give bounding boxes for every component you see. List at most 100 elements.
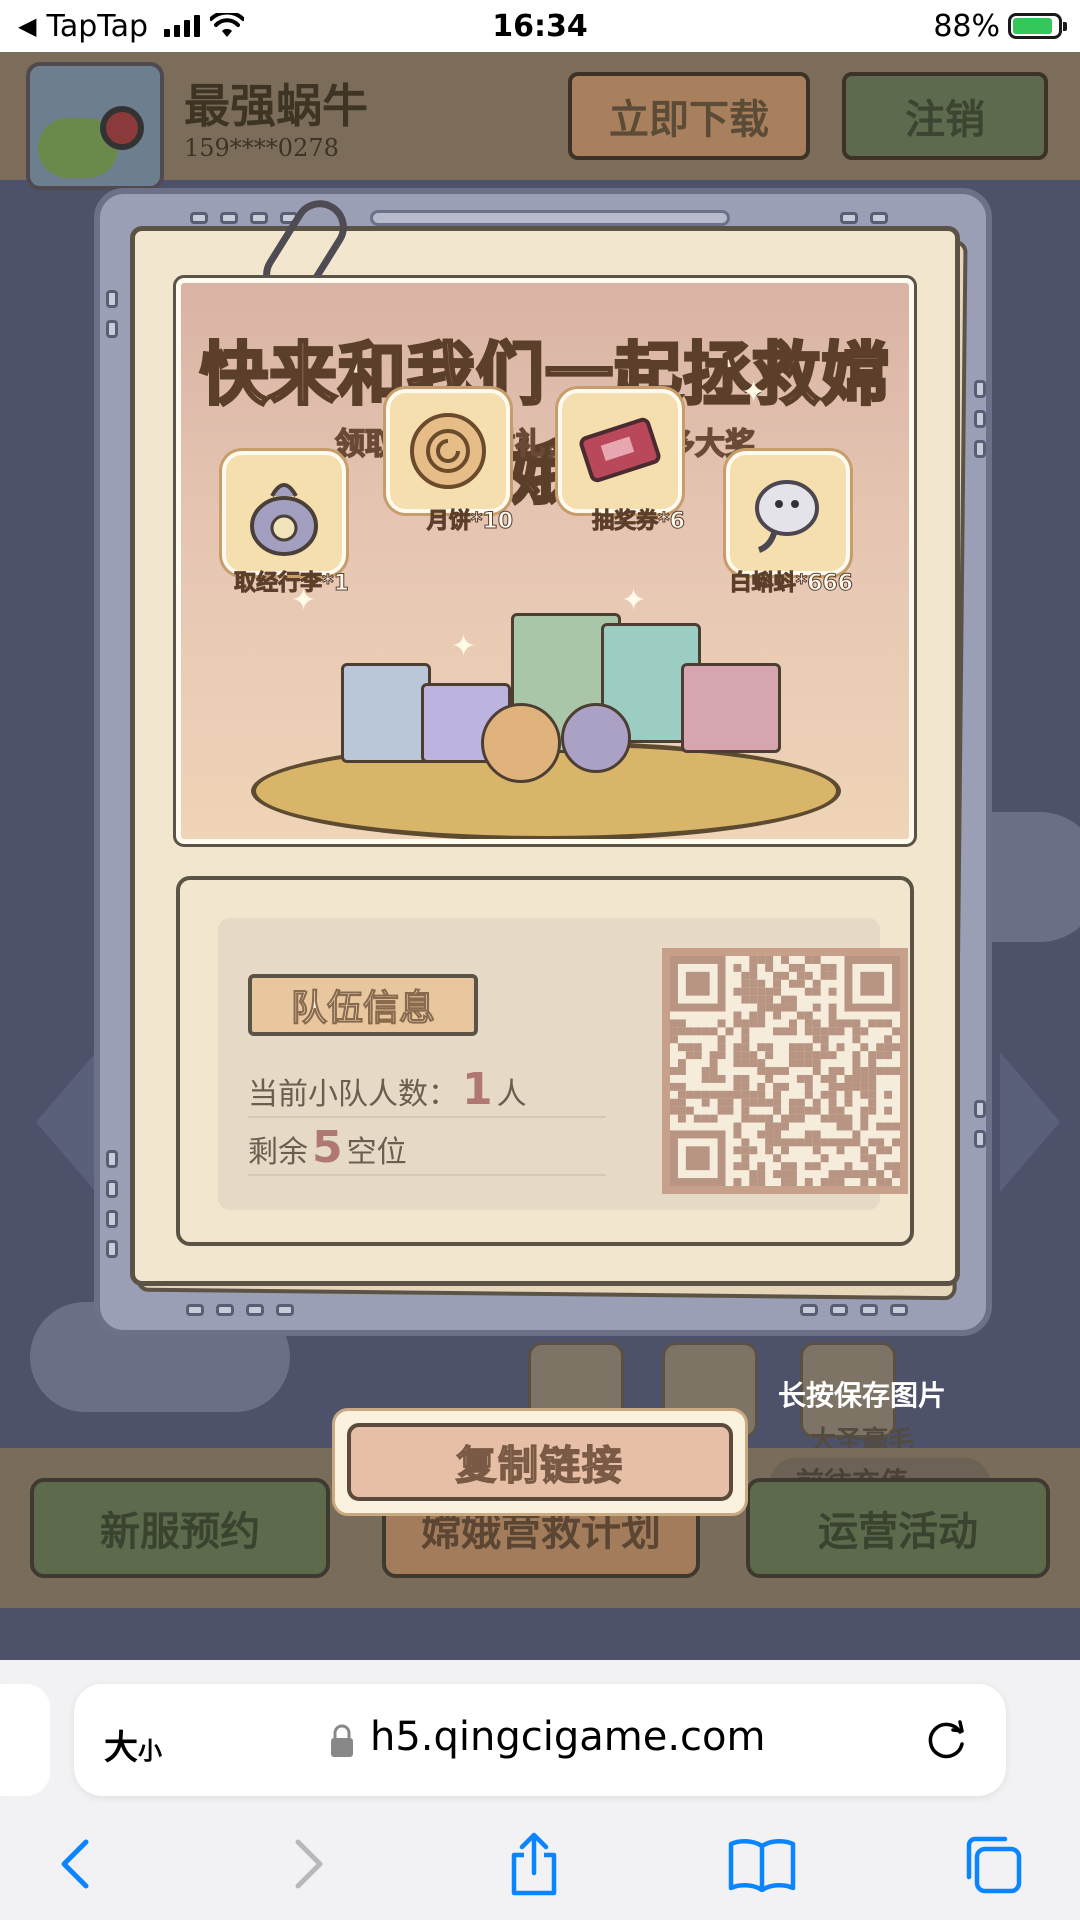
qr-module [677, 1098, 686, 1107]
qr-module [884, 1035, 893, 1044]
qr-module [733, 1011, 742, 1020]
qr-module [852, 1082, 861, 1091]
qr-module [773, 1067, 782, 1075]
qr-module [828, 1051, 837, 1060]
qr-module [670, 1019, 678, 1028]
team-info-inner: 队伍信息 当前小队人数： 1 人 剩余 5 空位 [218, 918, 908, 1210]
qr-module [852, 1067, 861, 1075]
left-arrow-icon[interactable] [36, 1052, 96, 1192]
previous-tab-peek[interactable] [0, 1684, 50, 1796]
reload-icon[interactable] [922, 1714, 972, 1764]
qr-module [693, 1043, 702, 1052]
qr-module [773, 1011, 782, 1020]
qr-module [828, 1003, 837, 1012]
back-app-label[interactable]: TapTap [46, 9, 148, 44]
story-review-link[interactable]: 《剧情回顾 [44, 1368, 204, 1414]
qr-module [788, 995, 797, 1004]
address-bar[interactable]: 大小 h5.qingcigame.com [74, 1684, 1006, 1796]
qr-module [836, 1122, 845, 1131]
qr-module [749, 1178, 758, 1186]
qr-module [788, 1051, 797, 1060]
qr-module [733, 1146, 742, 1155]
qr-code[interactable] [662, 948, 908, 1194]
download-button[interactable]: 立即下载 [568, 72, 810, 160]
qr-module [876, 1146, 885, 1155]
qr-module [852, 1027, 861, 1036]
qr-module [757, 987, 766, 996]
qr-module [860, 1067, 869, 1075]
bookmarks-button[interactable] [722, 1824, 802, 1904]
qr-module [868, 1090, 877, 1099]
nav-operations-button[interactable]: 运营活动 [746, 1478, 1050, 1578]
luggage-bag-icon [222, 451, 346, 575]
back-triangle-icon[interactable]: ◀ [18, 12, 36, 40]
qr-module [773, 1082, 782, 1091]
qr-module [741, 1114, 750, 1123]
qr-module [820, 1035, 829, 1044]
qr-module [757, 1098, 766, 1107]
qr-module [868, 1074, 877, 1083]
qr-module [812, 956, 821, 964]
forward-button[interactable] [268, 1824, 348, 1904]
logout-button[interactable]: 注销 [842, 72, 1048, 160]
nav-new-server-button[interactable]: 新服预约 [30, 1478, 330, 1578]
qr-module [741, 979, 750, 988]
frame-dots [190, 212, 298, 224]
qr-module [725, 1098, 734, 1107]
qr-module [812, 1162, 821, 1171]
qr-module [701, 1090, 710, 1099]
avatar[interactable] [26, 62, 164, 190]
qr-module [733, 1162, 742, 1171]
qr-module [844, 1098, 853, 1107]
qr-module [749, 1114, 758, 1123]
gift-box-icon [341, 663, 431, 763]
qr-module [717, 1051, 726, 1060]
qr-module [844, 1122, 853, 1131]
qr-module [717, 1035, 726, 1044]
divider [248, 1174, 606, 1176]
qr-module [820, 1051, 829, 1060]
qr-module [884, 1019, 893, 1028]
qr-module [773, 1138, 782, 1147]
qr-module [773, 1027, 782, 1036]
qr-module [820, 971, 829, 980]
qr-module [765, 1098, 774, 1107]
share-button[interactable] [494, 1824, 574, 1904]
chevron-right-icon [295, 1839, 323, 1889]
qr-module [788, 1098, 797, 1107]
qr-module [781, 1003, 789, 1012]
copy-link-button[interactable]: 复制链接 [347, 1423, 733, 1501]
qr-module [749, 1170, 758, 1179]
frame-dots [186, 1304, 294, 1316]
qr-module [860, 1114, 869, 1123]
qr-module [804, 1138, 813, 1147]
tabs-button[interactable] [952, 1824, 1032, 1904]
qr-module [781, 995, 789, 1004]
qr-module [773, 1106, 782, 1115]
qr-module [812, 1027, 821, 1036]
sparkle-icon: ✦ [291, 583, 317, 618]
qr-module [749, 1011, 758, 1020]
qr-module [773, 971, 782, 980]
qr-module [781, 971, 789, 980]
battery-percent: 88% [933, 8, 1000, 44]
qr-module [812, 1106, 821, 1115]
qr-module [733, 1074, 742, 1083]
qr-module [677, 1067, 686, 1075]
qr-module [749, 987, 758, 996]
qr-module [693, 1090, 702, 1099]
reward-item: 白蝌蚪*666 [723, 451, 854, 597]
right-arrow-icon[interactable] [1000, 1052, 1060, 1192]
back-button[interactable] [36, 1824, 116, 1904]
qr-module [804, 1082, 813, 1091]
frame-dots [840, 212, 888, 224]
text-size-button[interactable]: 大小 [104, 1720, 162, 1769]
qr-module [693, 1051, 702, 1060]
qr-module [757, 1114, 766, 1123]
url-text[interactable]: h5.qingcigame.com [370, 1714, 766, 1760]
qr-module [812, 1051, 821, 1060]
qr-module [685, 1051, 694, 1060]
qr-module [812, 979, 821, 988]
qr-module [836, 1043, 845, 1052]
qr-module [796, 1138, 805, 1147]
